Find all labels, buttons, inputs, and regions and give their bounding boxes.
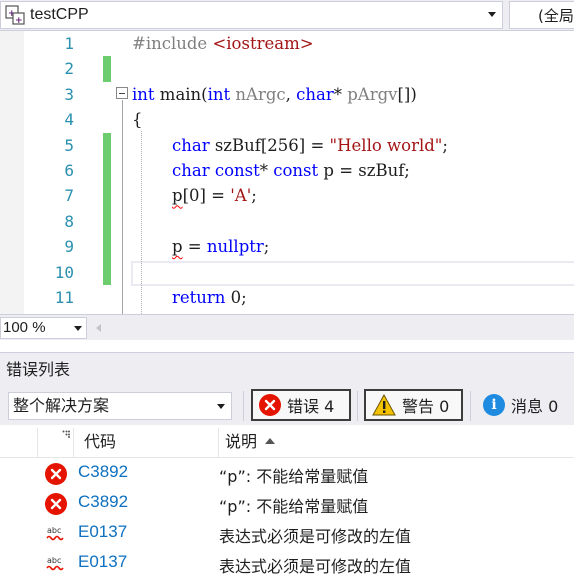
error-squiggle: p [172, 186, 183, 206]
zoom-level: 100 % [3, 319, 46, 336]
code-line: 5 char szBuf[256] = "Hello world"; [0, 132, 574, 158]
project-dropdown[interactable]: + + testCPP [0, 1, 503, 29]
error-code-link[interactable]: C3892 [78, 492, 128, 512]
error-icon [259, 394, 281, 416]
intellisense-error-icon: abc [45, 523, 67, 545]
code-line: 9 p = nullptr; [0, 234, 574, 260]
errors-filter-button[interactable]: 错误 4 [251, 389, 351, 421]
line-number: 6 [64, 161, 74, 180]
editor-status-bar: 100 % [0, 314, 574, 340]
column-chooser[interactable] [38, 428, 74, 458]
change-indicator [103, 132, 111, 158]
code-line: 4 { [0, 107, 574, 132]
code-line: 6 char const* const p = szBuf; [0, 158, 574, 184]
code-editor[interactable]: 1 #include <iostream> 2 3 int main(int n… [0, 31, 574, 314]
change-indicator [103, 158, 111, 184]
error-list-toolbar: 整个解决方案 错误 4 警告 0 i 消息 0 [0, 383, 574, 425]
error-squiggle: p [172, 237, 183, 257]
table-row[interactable]: C3892 “p”: 不能给常量赋值 [0, 459, 574, 489]
column-header-description[interactable]: 说明 [219, 428, 574, 458]
intellisense-error-icon: abc [45, 553, 67, 575]
messages-filter-button[interactable]: i 消息 0 [476, 389, 574, 421]
line-number: 7 [64, 186, 74, 206]
solution-scope-dropdown[interactable]: 整个解决方案 [8, 392, 232, 420]
error-description: 表达式必须是可修改的左值 [219, 527, 412, 546]
code-line: 7 p[0] = 'A'; [0, 183, 574, 209]
header-spacer [0, 428, 38, 458]
navigation-bar: + + testCPP (全局 [0, 0, 574, 31]
scroll-left-button[interactable] [92, 320, 104, 336]
change-indicator [103, 56, 111, 82]
chevron-left-icon [95, 324, 101, 332]
scope-dropdown[interactable]: (全局 [509, 1, 574, 29]
code-line: 3 int main(int nArgc, char* pArgv[]) [0, 82, 574, 107]
panel-title: 错误列表 [6, 360, 71, 379]
code-line: 2 [0, 56, 574, 82]
code-text[interactable]: p[0] = 'A'; [172, 183, 257, 208]
chevron-down-icon[interactable] [217, 404, 225, 409]
code-text[interactable]: char const* const p = szBuf; [172, 158, 410, 183]
error-description: “p”: 不能给常量赋值 [219, 467, 369, 486]
sort-ascending-icon [265, 438, 276, 444]
error-icon [45, 493, 67, 515]
code-text[interactable]: p = nullptr; [172, 234, 269, 259]
error-description: 表达式必须是可修改的左值 [219, 557, 412, 576]
line-number: 1 [64, 34, 74, 53]
toolbar-separator [243, 391, 244, 421]
project-name: testCPP [30, 6, 89, 23]
chevron-down-icon[interactable] [74, 326, 82, 331]
error-code-link[interactable]: E0137 [78, 522, 127, 542]
warnings-count-label: 警告 0 [402, 397, 450, 416]
code-line: 1 #include <iostream> [0, 31, 574, 56]
error-list-header: 代码 说明 [0, 428, 574, 458]
svg-text:+: + [15, 16, 23, 25]
column-header-code[interactable]: 代码 [74, 428, 219, 458]
change-indicator [103, 259, 111, 285]
change-indicator [103, 183, 111, 209]
code-text[interactable]: char szBuf[256] = "Hello world"; [172, 133, 448, 158]
error-code-link[interactable]: C3892 [78, 462, 128, 482]
line-number: 5 [64, 135, 74, 155]
scope-label: (全局 [538, 6, 574, 25]
line-number: 3 [64, 84, 74, 104]
svg-text:abc: abc [47, 526, 61, 535]
svg-text:abc: abc [47, 556, 61, 565]
error-list-title-bar: 错误列表 [0, 352, 574, 383]
line-number: 11 [54, 288, 74, 307]
code-line: 11 return 0; [0, 285, 574, 310]
error-icon [45, 463, 67, 485]
change-indicator [103, 208, 111, 235]
scope-value: 整个解决方案 [13, 396, 110, 415]
code-text[interactable]: return 0; [172, 285, 247, 310]
filter-dots-icon [62, 430, 70, 438]
code-line: 8 [0, 208, 574, 235]
toolbar-separator [470, 391, 471, 421]
cpp-project-icon: + + [4, 4, 26, 26]
messages-count-label: 消息 0 [511, 397, 559, 416]
error-code-link[interactable]: E0137 [78, 552, 127, 572]
line-number: 9 [64, 237, 74, 257]
code-text[interactable]: #include <iostream> [132, 31, 314, 56]
toolbar-separator [357, 391, 358, 421]
line-number: 2 [64, 59, 74, 79]
line-number: 10 [54, 262, 74, 282]
warning-icon [372, 394, 396, 416]
error-description: “p”: 不能给常量赋值 [219, 497, 369, 516]
line-number: 8 [64, 211, 74, 231]
warnings-filter-button[interactable]: 警告 0 [364, 389, 463, 421]
chevron-down-icon[interactable] [488, 12, 496, 17]
line-number: 4 [64, 110, 74, 130]
zoom-dropdown[interactable]: 100 % [0, 317, 87, 339]
code-text[interactable]: { [132, 107, 143, 132]
change-indicator [103, 234, 111, 260]
table-row[interactable]: abc E0137 表达式必须是可修改的左值 [0, 549, 574, 579]
info-icon: i [483, 394, 505, 416]
code-line: 10 [0, 259, 574, 285]
code-text[interactable]: int main(int nArgc, char* pArgv[]) [132, 82, 417, 107]
table-row[interactable]: abc E0137 表达式必须是可修改的左值 [0, 519, 574, 549]
table-row[interactable]: C3892 “p”: 不能给常量赋值 [0, 489, 574, 519]
errors-count-label: 错误 4 [287, 397, 335, 416]
